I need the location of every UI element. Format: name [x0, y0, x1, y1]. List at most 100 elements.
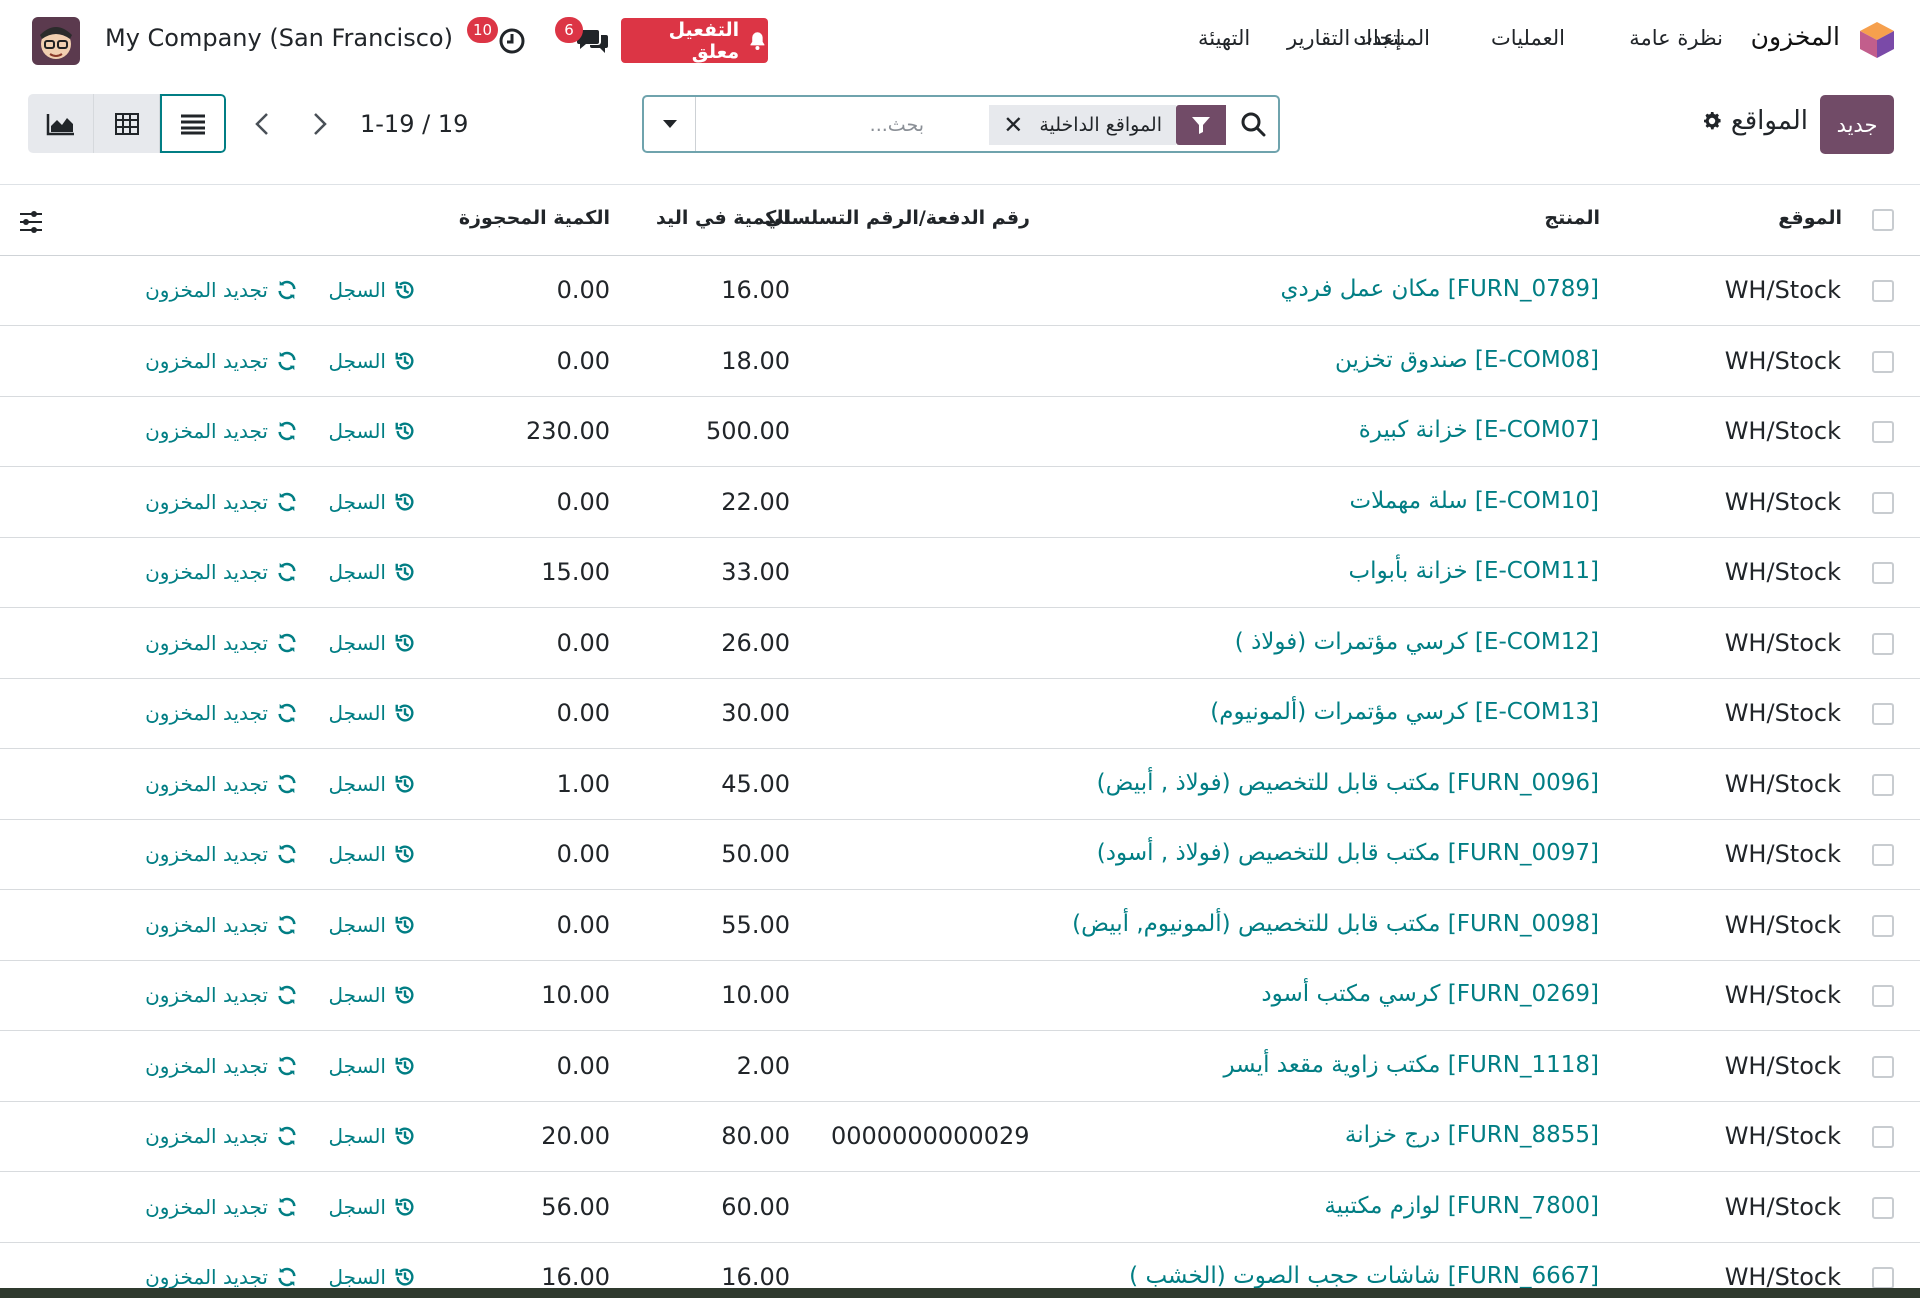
cell-product-link[interactable]: [E-COM07] خزانة كبيرة	[1359, 417, 1599, 443]
row-checkbox[interactable]	[1872, 632, 1894, 655]
cell-on-hand[interactable]: 60.00	[721, 1193, 790, 1221]
table-row[interactable]: WH/Stock [FURN_0096] مكتب قابل للتخصيص (ف…	[0, 750, 1920, 820]
menu-operations[interactable]: العمليات	[1491, 26, 1565, 50]
cell-on-hand[interactable]: 2.00	[737, 1052, 790, 1080]
company-switcher[interactable]: My Company (San Francisco)	[105, 24, 453, 52]
activities-clock-icon[interactable]	[498, 27, 526, 55]
cell-product-link[interactable]: [E-COM08] صندوق تخزين	[1335, 347, 1599, 373]
history-button[interactable]: السجل	[328, 1054, 416, 1078]
history-button[interactable]: السجل	[328, 490, 416, 514]
pivot-view-button[interactable]	[94, 94, 160, 153]
history-button[interactable]: السجل	[328, 1265, 416, 1289]
replenish-button[interactable]: تجديد المخزون	[145, 772, 298, 796]
cell-product-link[interactable]: [E-COM12] كرسي مؤتمرات (فولاذ )	[1235, 629, 1599, 655]
search-icon[interactable]	[1238, 109, 1268, 139]
gear-icon[interactable]	[1701, 110, 1723, 132]
cell-on-hand[interactable]: 55.00	[721, 911, 790, 939]
cell-product-link[interactable]: [FURN_8855] درج خزانة	[1345, 1122, 1599, 1148]
history-button[interactable]: السجل	[328, 419, 416, 443]
cell-on-hand[interactable]: 33.00	[721, 558, 790, 586]
table-row[interactable]: WH/Stock [E-COM10] سلة مهملات 22.00 0.00 الس…	[0, 468, 1920, 538]
cell-on-hand[interactable]: 45.00	[721, 770, 790, 798]
new-button[interactable]: جديد	[1820, 95, 1894, 154]
select-all-checkbox[interactable]	[1872, 209, 1894, 231]
history-button[interactable]: السجل	[328, 842, 416, 866]
cell-on-hand[interactable]: 50.00	[721, 840, 790, 868]
menu-reporting[interactable]: إعداد التقارير	[1287, 26, 1401, 50]
menu-configuration[interactable]: التهيئة	[1198, 26, 1250, 50]
row-checkbox[interactable]	[1872, 491, 1894, 514]
app-name[interactable]: المخزون	[1751, 22, 1840, 51]
row-checkbox[interactable]	[1872, 1196, 1894, 1219]
cell-product-link[interactable]: [FURN_0789] مكان عمل فردي	[1281, 276, 1599, 302]
cell-on-hand[interactable]: 500.00	[706, 417, 790, 445]
table-row[interactable]: WH/Stock [E-COM08] صندوق تخزين 18.00 0.00 ال…	[0, 327, 1920, 397]
table-row[interactable]: WH/Stock [FURN_0789] مكان عمل فردي 16.00 0.…	[0, 256, 1920, 326]
cell-on-hand[interactable]: 16.00	[721, 276, 790, 304]
cell-product-link[interactable]: [FURN_7800] لوازم مكتبية	[1324, 1193, 1599, 1219]
replenish-button[interactable]: تجديد المخزون	[145, 278, 298, 302]
cell-product-link[interactable]: [FURN_0096] مكتب قابل للتخصيص (فولاذ , أ…	[1097, 770, 1599, 796]
replenish-button[interactable]: تجديد المخزون	[145, 1265, 298, 1289]
menu-overview[interactable]: نظرة عامة	[1629, 26, 1723, 50]
cell-on-hand[interactable]: 10.00	[721, 981, 790, 1009]
replenish-button[interactable]: تجديد المخزون	[145, 490, 298, 514]
cell-product-link[interactable]: [FURN_0098] مكتب قابل للتخصيص (ألمونيوم,…	[1072, 911, 1599, 937]
cell-on-hand[interactable]: 16.00	[721, 1263, 790, 1291]
table-row[interactable]: WH/Stock [FURN_0269] كرسي مكتب أسود 10.00 1…	[0, 961, 1920, 1031]
activation-pending-button[interactable]: التفعيل معلق	[621, 18, 768, 63]
table-row[interactable]: WH/Stock [E-COM07] خزانة كبيرة 500.00 230.0…	[0, 397, 1920, 467]
history-button[interactable]: السجل	[328, 772, 416, 796]
pager-previous-button[interactable]	[242, 104, 282, 144]
pager-next-button[interactable]	[300, 104, 340, 144]
column-on-hand[interactable]: الكمية في اليد	[656, 207, 790, 229]
row-checkbox[interactable]	[1872, 844, 1894, 866]
cell-on-hand[interactable]: 22.00	[721, 488, 790, 516]
cell-product-link[interactable]: [FURN_1118] مكتب زاوية مقعد أيسر	[1223, 1052, 1599, 1078]
column-reserved[interactable]: الكمية المحجوزة	[459, 207, 610, 229]
optional-columns-toggle-icon[interactable]	[18, 209, 44, 235]
column-product[interactable]: المنتج	[1544, 207, 1600, 229]
replenish-button[interactable]: تجديد المخزون	[145, 349, 298, 373]
table-row[interactable]: WH/Stock [FURN_7800] لوازم مكتبية 60.00 56.…	[0, 1173, 1920, 1243]
cell-product-link[interactable]: [FURN_0269] كرسي مكتب أسود	[1261, 981, 1599, 1007]
replenish-button[interactable]: تجديد المخزون	[145, 701, 298, 725]
replenish-button[interactable]: تجديد المخزون	[145, 560, 298, 584]
table-row[interactable]: WH/Stock [E-COM11] خزانة بأبواب 33.00 15.00…	[0, 538, 1920, 608]
remove-facet-icon[interactable]: ✕	[1003, 111, 1023, 139]
column-location[interactable]: الموقع	[1778, 207, 1842, 229]
cell-product-link[interactable]: [FURN_6667] شاشات حجب الصوت (الخشب )	[1129, 1263, 1599, 1289]
row-checkbox[interactable]	[1872, 703, 1894, 725]
replenish-button[interactable]: تجديد المخزون	[145, 631, 298, 655]
graph-view-button[interactable]	[28, 94, 94, 153]
table-row[interactable]: WH/Stock [E-COM12] كرسي مؤتمرات (فولاذ ) 2…	[0, 609, 1920, 679]
replenish-button[interactable]: تجديد المخزون	[145, 419, 298, 443]
history-button[interactable]: السجل	[328, 560, 416, 584]
row-checkbox[interactable]	[1872, 985, 1894, 1007]
row-checkbox[interactable]	[1872, 773, 1894, 796]
row-checkbox[interactable]	[1872, 280, 1894, 302]
search-input[interactable]	[698, 107, 924, 143]
cell-on-hand[interactable]: 26.00	[721, 629, 790, 657]
replenish-button[interactable]: تجديد المخزون	[145, 842, 298, 866]
replenish-button[interactable]: تجديد المخزون	[145, 1124, 298, 1148]
row-checkbox[interactable]	[1872, 1267, 1894, 1289]
replenish-button[interactable]: تجديد المخزون	[145, 983, 298, 1007]
search-options-toggle[interactable]	[644, 97, 696, 151]
history-button[interactable]: السجل	[328, 349, 416, 373]
history-button[interactable]: السجل	[328, 913, 416, 937]
replenish-button[interactable]: تجديد المخزون	[145, 913, 298, 937]
row-checkbox[interactable]	[1872, 421, 1894, 443]
cell-product-link[interactable]: [E-COM13] كرسي مؤتمرات (ألمونيوم)	[1210, 699, 1599, 725]
user-avatar[interactable]	[32, 17, 80, 65]
cell-product-link[interactable]: [E-COM10] سلة مهملات	[1350, 488, 1600, 514]
list-view-button[interactable]	[160, 94, 226, 153]
table-row[interactable]: WH/Stock [FURN_0097] مكتب قابل للتخصيص (ف…	[0, 820, 1920, 890]
history-button[interactable]: السجل	[328, 278, 416, 302]
cell-on-hand[interactable]: 80.00	[721, 1122, 790, 1150]
cell-product-link[interactable]: [FURN_0097] مكتب قابل للتخصيص (فولاذ , أ…	[1097, 840, 1599, 866]
inventory-app-logo-icon[interactable]	[1858, 20, 1896, 60]
row-checkbox[interactable]	[1872, 562, 1894, 584]
history-button[interactable]: السجل	[328, 983, 416, 1007]
replenish-button[interactable]: تجديد المخزون	[145, 1195, 298, 1219]
